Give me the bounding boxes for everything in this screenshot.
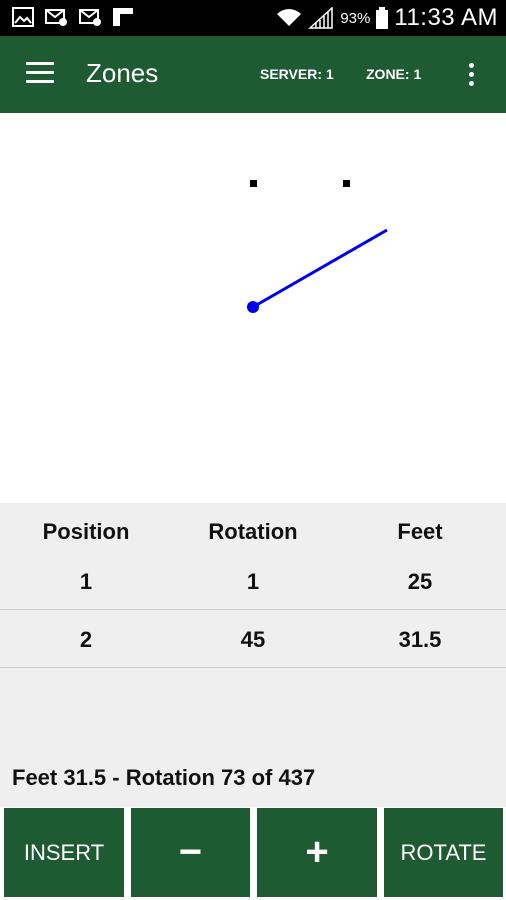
zone-drawing	[247, 180, 388, 313]
minus-icon: −	[178, 830, 203, 874]
photo-icon	[12, 7, 34, 27]
status-bar-right: 93% 11:33 AM	[276, 0, 498, 36]
status-bar: 93% 11:33 AM	[0, 0, 506, 36]
table-row[interactable]: 2 45 31.5	[0, 627, 506, 653]
zone-selector[interactable]: ZONE: 1	[366, 66, 421, 82]
wifi-icon	[277, 9, 302, 26]
clock: 11:33 AM	[394, 4, 498, 31]
insert-button-label: INSERT	[23, 839, 105, 865]
table-header-row: Position Rotation Feet	[0, 519, 506, 545]
mail-icon	[79, 9, 101, 26]
increment-button[interactable]: +	[257, 808, 377, 897]
zone-line	[252, 228, 388, 309]
column-header-position: Position	[42, 519, 130, 544]
column-header-feet: Feet	[397, 519, 443, 544]
cell-rotation: 45	[240, 627, 266, 652]
status-text: Feet 31.5 - Rotation 73 of 437	[12, 765, 316, 790]
position-table: Position Rotation Feet 1 1 25 2 45 31.5 …	[0, 503, 506, 807]
cell-position: 1	[79, 569, 93, 594]
cell-feet: 31.5	[398, 627, 442, 652]
mail-icon	[45, 9, 67, 26]
insert-button[interactable]: INSERT	[4, 808, 124, 897]
cell-position: 2	[79, 627, 93, 652]
zone-origin-point	[247, 301, 259, 313]
table-row[interactable]: 1 1 25	[0, 569, 506, 595]
point-marker	[343, 180, 350, 187]
decrement-button[interactable]: −	[131, 808, 250, 897]
signal-icon	[308, 7, 334, 29]
plus-icon: +	[305, 830, 329, 874]
battery-icon	[376, 7, 389, 29]
cell-feet: 25	[407, 569, 433, 594]
point-marker	[250, 180, 257, 187]
row-divider	[0, 667, 506, 668]
rotate-button-label: ROTATE	[400, 839, 487, 865]
column-header-rotation: Rotation	[208, 519, 298, 544]
flipboard-icon	[113, 8, 133, 26]
hamburger-menu-icon[interactable]	[26, 62, 54, 86]
overflow-menu-icon[interactable]	[466, 63, 476, 89]
server-selector[interactable]: SERVER: 1	[260, 66, 334, 82]
row-divider	[0, 609, 506, 610]
app-bar: Zones SERVER: 1 ZONE: 1	[0, 36, 506, 113]
battery-percent: 93%	[340, 9, 371, 27]
rotate-button[interactable]: ROTATE	[384, 808, 503, 897]
page-title: Zones	[86, 58, 159, 88]
zone-canvas[interactable]	[0, 113, 506, 503]
cell-rotation: 1	[246, 569, 260, 594]
